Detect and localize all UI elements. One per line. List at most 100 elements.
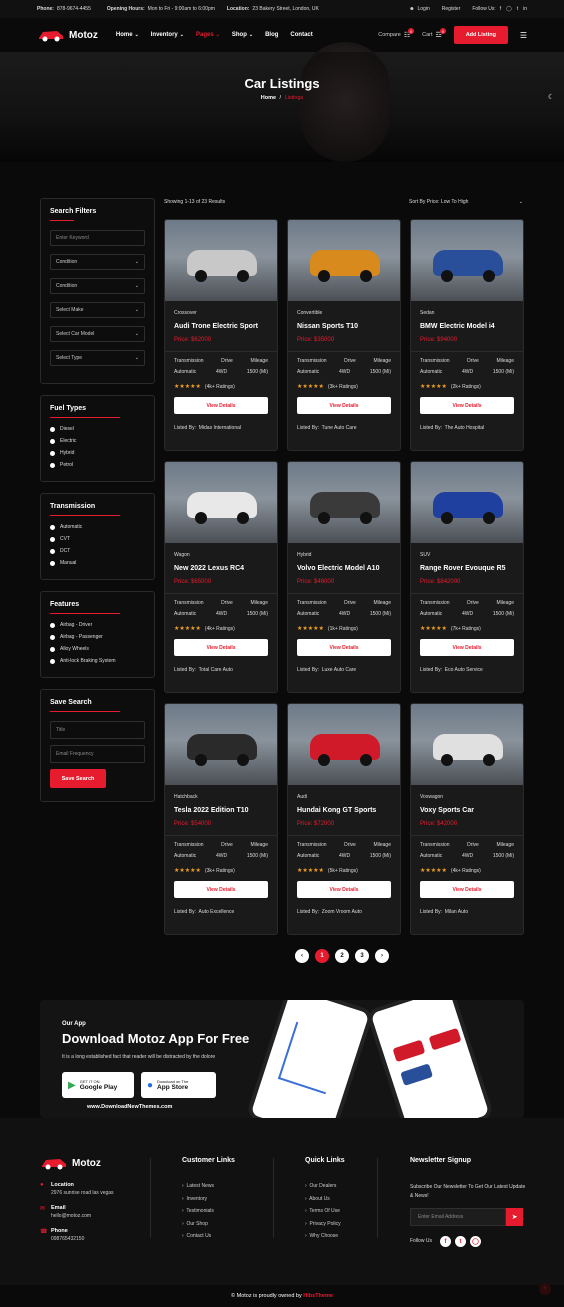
filter-select-4[interactable]: Select Type ⌄ [50,350,145,366]
car-image[interactable] [165,462,277,543]
footer-link[interactable]: › Privacy Policy [305,1221,341,1234]
footer-link[interactable]: › Testimonials [182,1208,214,1221]
page-3-button[interactable]: 3 [355,949,369,963]
radio-icon[interactable] [50,524,55,530]
breadcrumb-home[interactable]: Home [261,95,276,101]
car-image[interactable] [288,220,400,301]
view-details-button[interactable]: View Details [297,881,391,898]
car-name[interactable]: Range Rover Evouque R5 [420,565,514,572]
features-option[interactable]: Airbag - Driver [50,619,145,631]
car-card[interactable]: Hybrid Volvo Electric Model A10 Price: $46… [287,461,401,693]
nav-item-blog[interactable]: Blog [265,32,278,38]
fuel-option[interactable]: Petrol [50,459,145,471]
car-card[interactable]: Crossover Audi Trone Electric Sport Price:… [164,219,278,451]
page-1-button[interactable]: 1 [315,949,329,963]
newsletter-email-input[interactable]: Enter Email Address [410,1208,506,1226]
keyword-input[interactable]: Enter Keyword [50,230,145,246]
radio-icon[interactable] [50,536,55,542]
car-card[interactable]: Sedan BMW Electric Model i4 Price: $94000 T… [410,219,524,451]
radio-icon[interactable] [50,426,55,432]
add-listing-button[interactable]: Add Listing [453,26,508,44]
car-image[interactable] [411,704,523,785]
nav-item-shop[interactable]: Shop [232,32,247,38]
download-site-link[interactable]: www.DownloadNewThemes.com [87,1104,172,1110]
footer-phone[interactable]: 098765432150 [51,1236,84,1242]
phone-number[interactable]: 878-9674-4455 [57,6,91,12]
cart-link[interactable]: Cart [422,32,432,38]
car-card[interactable]: Audi Hundai Kong GT Sports Price: $72000 Tr… [287,703,401,935]
footer-facebook-icon[interactable]: f [440,1236,451,1247]
footer-link[interactable]: › Inventory [182,1196,214,1209]
copyright-brand[interactable]: HibsTheme [303,1293,333,1299]
filter-select-1[interactable]: Condition ⌄ [50,278,145,294]
car-image[interactable] [288,462,400,543]
next-page-button[interactable]: › [375,949,389,963]
radio-icon[interactable] [50,462,55,468]
view-details-button[interactable]: View Details [174,881,268,898]
footer-link[interactable]: › About Us [305,1196,341,1209]
transmission-option[interactable]: DCT [50,545,145,557]
car-image[interactable] [288,704,400,785]
car-card[interactable]: SUV Range Rover Evouque R5 Price: $842000 T… [410,461,524,693]
car-card[interactable]: Wagon New 2022 Lexus RC4 Price: $65000 Tran… [164,461,278,693]
dealer-name[interactable]: Milan Auto [445,909,468,915]
sort-select[interactable]: Sort By Price: Low To High ⌄ [409,199,523,205]
nav-item-home[interactable]: Home [116,32,133,38]
view-details-button[interactable]: View Details [174,639,268,656]
compare-icon[interactable]: ☷ 0 [404,28,415,39]
radio-icon[interactable] [50,438,55,444]
dealer-name[interactable]: Total Care Auto [199,667,233,673]
transmission-option[interactable]: Automatic [50,521,145,533]
car-name[interactable]: Volvo Electric Model A10 [297,565,391,572]
twitter-icon[interactable]: t [517,6,518,12]
car-name[interactable]: New 2022 Lexus RC4 [174,565,268,572]
radio-icon[interactable] [50,646,55,652]
footer-instagram-icon[interactable]: ◯ [470,1236,481,1247]
page-2-button[interactable]: 2 [335,949,349,963]
car-name[interactable]: Voxy Sports Car [420,807,514,814]
view-details-button[interactable]: View Details [420,881,514,898]
fuel-option[interactable]: Hybrid [50,447,145,459]
footer-brand[interactable]: Motoz [72,1158,101,1169]
view-details-button[interactable]: View Details [420,397,514,414]
radio-icon[interactable] [50,548,55,554]
footer-email[interactable]: hello@motoz.com [51,1213,91,1219]
car-image[interactable] [411,462,523,543]
features-option[interactable]: Alloy Wheels [50,643,145,655]
instagram-icon[interactable]: ◯ [506,6,512,12]
linkedin-icon[interactable]: in [523,6,527,12]
radio-icon[interactable] [50,560,55,566]
features-option[interactable]: Airbag - Passenger [50,631,145,643]
footer-link[interactable]: › Contact Us [182,1233,214,1246]
nav-item-pages[interactable]: Pages [196,32,214,38]
transmission-option[interactable]: Manual [50,557,145,569]
compare-link[interactable]: Compare [378,32,401,38]
car-name[interactable]: Audi Trone Electric Sport [174,323,268,330]
car-name[interactable]: Nissan Sports T10 [297,323,391,330]
view-details-button[interactable]: View Details [174,397,268,414]
footer-link[interactable]: › Why Choose [305,1233,341,1246]
fuel-option[interactable]: Diesel [50,423,145,435]
facebook-icon[interactable]: f [500,6,501,12]
scroll-top-button[interactable]: ↑ [539,1283,551,1295]
dealer-name[interactable]: The Auto Hospital [445,425,484,431]
title-input[interactable]: Title [50,721,145,739]
radio-icon[interactable] [50,658,55,664]
fuel-option[interactable]: Electric [50,435,145,447]
filter-select-2[interactable]: Select Make ⌄ [50,302,145,318]
car-card[interactable]: Voxwagon Voxy Sports Car Price: $42000 Tran… [410,703,524,935]
filter-select-3[interactable]: Select Car Model ⌄ [50,326,145,342]
dealer-name[interactable]: Eco Auto Service [445,667,483,673]
dealer-name[interactable]: Luxe Auto Care [322,667,356,673]
nav-item-contact[interactable]: Contact [290,32,312,38]
car-card[interactable]: Hatchback Tesla 2022 Edition T10 Price: $5… [164,703,278,935]
view-details-button[interactable]: View Details [420,639,514,656]
app-store-button[interactable]: ● Download on The App Store [141,1072,216,1098]
google-play-button[interactable]: ▶ GET IT ON Google Play [62,1072,134,1098]
register-link[interactable]: Register [442,6,461,12]
dealer-name[interactable]: Auto Excellence [198,909,234,915]
footer-link[interactable]: › Latest News [182,1183,214,1196]
footer-link[interactable]: › Terms Of Use [305,1208,341,1221]
car-image[interactable] [165,220,277,301]
filter-select-0[interactable]: Condition ⌄ [50,254,145,270]
